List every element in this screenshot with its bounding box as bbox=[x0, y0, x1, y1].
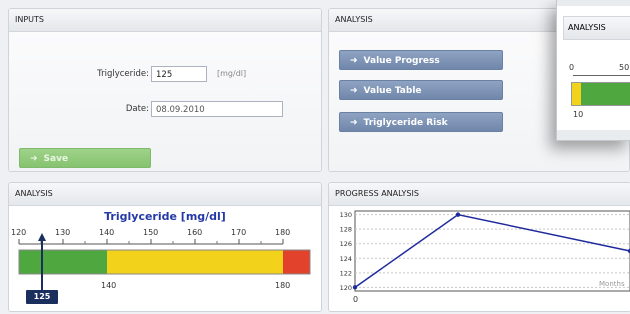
value-progress-label: Value Progress bbox=[363, 56, 440, 66]
chart-plot-area bbox=[354, 210, 630, 292]
gauge-panel-body: Triglyceride [mg/dl] 140 180 125 120 130 1… bbox=[9, 206, 321, 311]
gauge-scale-label: 140 bbox=[99, 228, 115, 237]
arrow-right-icon: ➜ bbox=[350, 118, 358, 128]
floating-window-top-strip bbox=[557, 0, 630, 6]
inputs-panel: INPUTS Triglyceride: 125 [mg/dl] Date: 0… bbox=[8, 8, 322, 172]
gauge-value-badge: 125 bbox=[26, 290, 58, 304]
floating-window-header: ANALYSIS bbox=[563, 16, 630, 40]
value-table-button[interactable]: ➜ Value Table bbox=[339, 80, 503, 100]
floating-scale-line bbox=[573, 75, 630, 76]
gauge-scale-label: 160 bbox=[187, 228, 203, 237]
chart-y-tick-label: 130 bbox=[340, 211, 352, 219]
arrow-right-icon: ➜ bbox=[30, 154, 38, 164]
chart-y-tick-label: 126 bbox=[340, 240, 352, 248]
gauge-scale-label: 120 bbox=[11, 228, 27, 237]
arrow-right-icon: ➜ bbox=[350, 56, 358, 66]
floating-analysis-window[interactable]: ANALYSIS 0 50 10 bbox=[556, 0, 630, 141]
gauge-scale-label: 130 bbox=[55, 228, 71, 237]
floating-window-bottom bbox=[557, 130, 630, 140]
chart-data-point[interactable] bbox=[455, 212, 461, 217]
gauge-red-zone bbox=[283, 250, 310, 274]
triglyceride-label: Triglyceride: bbox=[97, 69, 149, 79]
floating-tick-50: 50 bbox=[619, 63, 630, 72]
gauge-scale-label: 150 bbox=[143, 228, 159, 237]
progress-panel-title: PROGRESS ANALYSIS bbox=[329, 183, 630, 206]
x-tick-0: 0 bbox=[353, 295, 359, 304]
chart-y-tick-label: 124 bbox=[340, 255, 352, 263]
inputs-panel-title: INPUTS bbox=[9, 9, 321, 32]
gauge-panel: ANALYSIS Triglyceride [mg/dl] 140 180 12… bbox=[8, 182, 322, 312]
progress-line-chart: 120 122 124 126 128 130 bbox=[340, 210, 630, 292]
floating-bar-green bbox=[581, 82, 630, 106]
triglyceride-input[interactable]: 125 bbox=[151, 66, 207, 82]
value-progress-button[interactable]: ➜ Value Progress bbox=[339, 50, 503, 70]
chart-y-tick-label: 122 bbox=[340, 269, 352, 277]
gauge-green-zone bbox=[19, 250, 107, 274]
date-label: Date: bbox=[125, 104, 149, 114]
floating-window-title: ANALYSIS bbox=[568, 23, 606, 32]
chart-y-tick-label: 128 bbox=[340, 226, 352, 234]
chart-data-point[interactable] bbox=[352, 285, 358, 290]
progress-panel-body: 120 122 124 126 128 130 Months 0 bbox=[329, 206, 630, 311]
save-button[interactable]: ➜ Save bbox=[19, 148, 151, 168]
value-table-label: Value Table bbox=[363, 86, 422, 96]
gauge-below-label-140: 140 bbox=[101, 281, 117, 290]
progress-panel: PROGRESS ANALYSIS 120 122 124 126 128 130 Mon… bbox=[328, 182, 630, 312]
chart-y-tick-label: 120 bbox=[340, 284, 352, 292]
triglyceride-unit: [mg/dl] bbox=[217, 69, 247, 78]
gauge-scale-label: 180 bbox=[275, 228, 291, 237]
gauge-below-label-180: 180 bbox=[275, 281, 291, 290]
arrow-right-icon: ➜ bbox=[350, 86, 358, 96]
floating-tick-0: 0 bbox=[569, 63, 575, 72]
triglyceride-risk-button[interactable]: ➜ Triglyceride Risk bbox=[339, 112, 503, 132]
gauge-yellow-zone bbox=[107, 250, 283, 274]
inputs-panel-body: Triglyceride: 125 [mg/dl] Date: 08.09.20… bbox=[9, 32, 321, 171]
gauge-scale-label: 170 bbox=[231, 228, 247, 237]
save-button-label: Save bbox=[43, 154, 69, 164]
gauge-pointer-arrowhead bbox=[38, 233, 46, 241]
months-axis-label: Months bbox=[599, 280, 625, 288]
floating-marker-value: 10 bbox=[573, 110, 584, 119]
triglyceride-risk-label: Triglyceride Risk bbox=[363, 118, 448, 128]
date-input[interactable]: 08.09.2010 bbox=[151, 101, 283, 117]
gauge-panel-title: ANALYSIS bbox=[9, 183, 321, 206]
